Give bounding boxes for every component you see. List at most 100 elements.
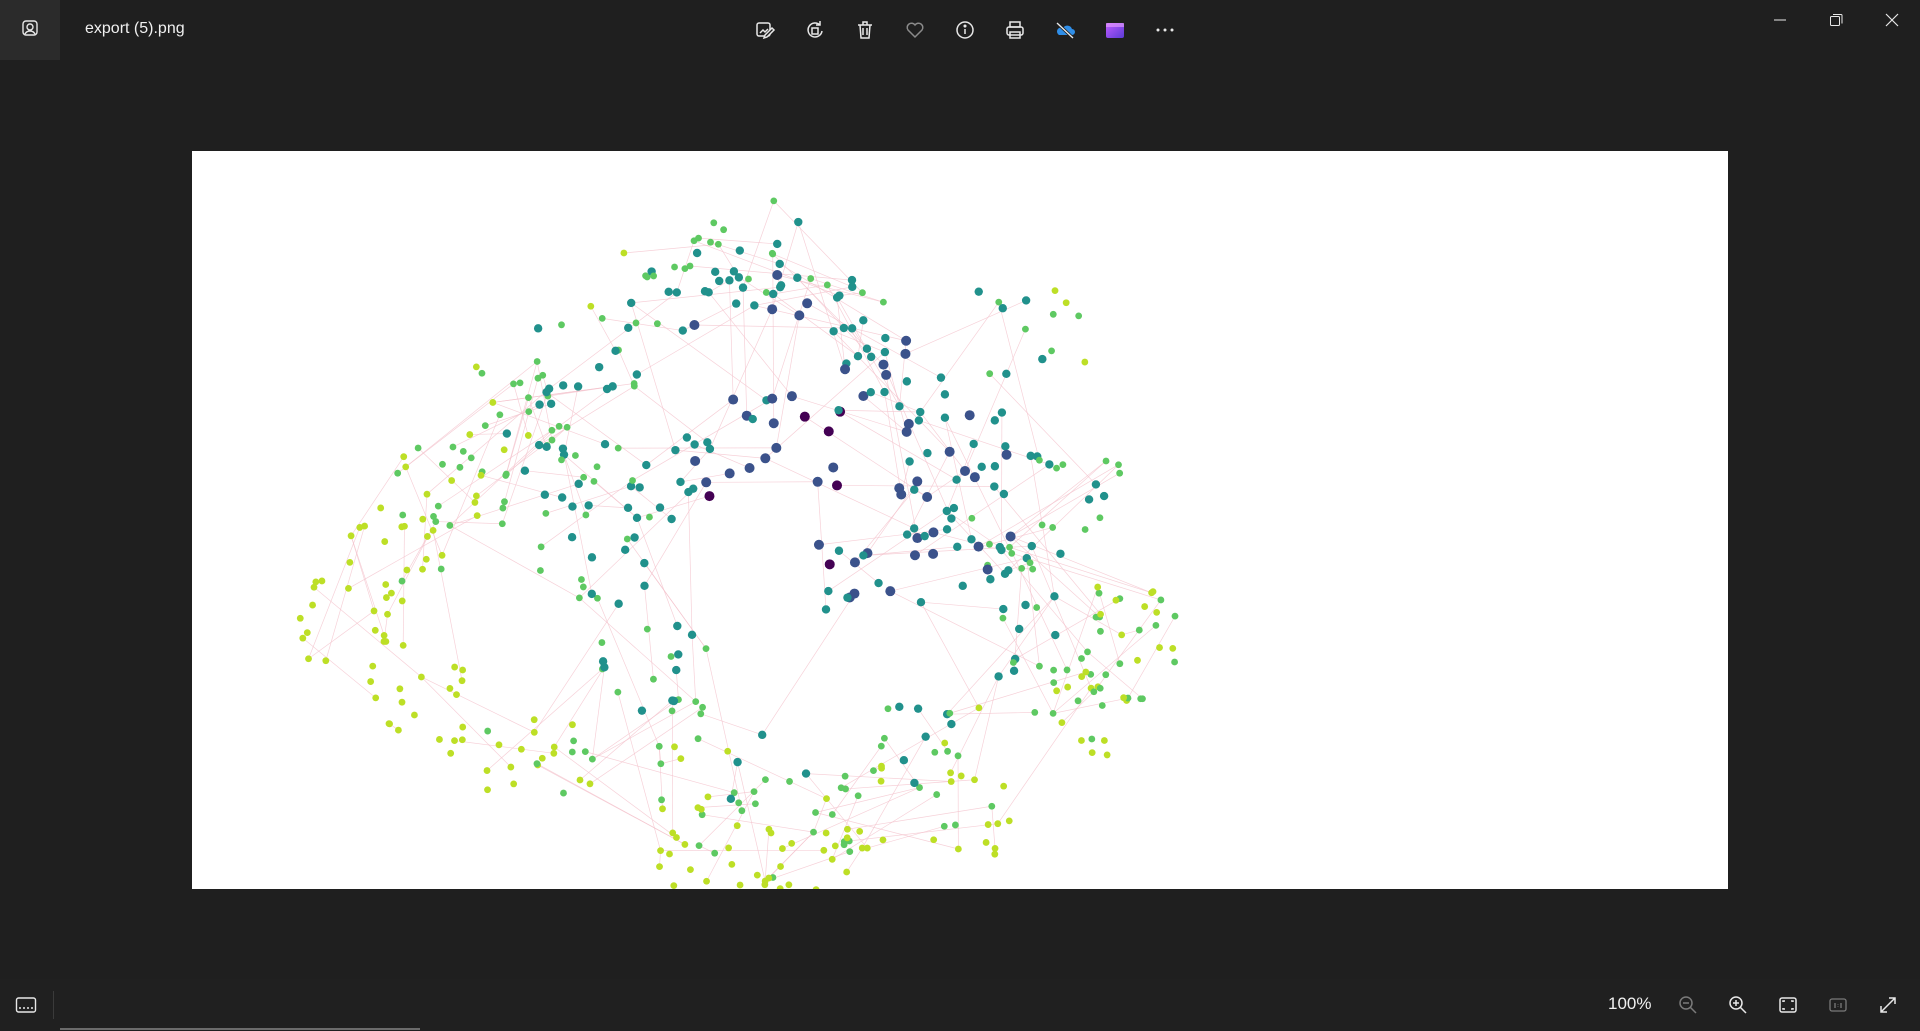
graph-node xyxy=(765,874,773,882)
graph-node xyxy=(901,335,912,346)
graph-edge xyxy=(454,740,554,754)
graph-node xyxy=(788,839,796,847)
graph-node xyxy=(1008,549,1016,557)
graph-node xyxy=(627,298,636,308)
rotate-button[interactable] xyxy=(790,10,840,50)
graph-node xyxy=(812,809,819,816)
graph-node xyxy=(705,444,715,454)
graph-node xyxy=(642,272,649,280)
graph-node xyxy=(550,743,558,751)
graph-node xyxy=(1096,684,1104,692)
more-options-icon xyxy=(1156,28,1174,32)
graph-node xyxy=(567,533,577,542)
maximize-button[interactable] xyxy=(1808,0,1864,40)
graph-node xyxy=(998,304,1007,313)
graph-node xyxy=(453,691,460,699)
graph-edge xyxy=(885,374,918,539)
graph-node xyxy=(762,289,770,296)
favorite-button[interactable] xyxy=(890,10,940,50)
graph-node xyxy=(370,607,378,615)
graph-node xyxy=(1103,751,1111,759)
edit-image-button[interactable] xyxy=(740,10,790,50)
graph-edge xyxy=(989,373,1097,485)
graph-node xyxy=(587,302,595,310)
graph-node xyxy=(678,326,687,335)
graph-node xyxy=(969,439,978,449)
graph-node xyxy=(642,460,651,470)
graph-node xyxy=(881,333,890,343)
graph-node xyxy=(569,721,576,729)
graph-node xyxy=(946,709,954,717)
graph-node xyxy=(623,535,631,543)
graph-edge xyxy=(775,315,800,448)
graph-node xyxy=(664,287,673,296)
graph-node xyxy=(940,822,948,830)
graph-node xyxy=(643,625,651,633)
delete-button[interactable] xyxy=(840,10,890,50)
close-button[interactable] xyxy=(1864,0,1920,40)
graph-node xyxy=(530,728,538,736)
graph-node xyxy=(1141,603,1149,610)
graph-node xyxy=(733,757,742,767)
graph-node xyxy=(650,272,658,280)
graph-node xyxy=(866,352,876,362)
graph-node xyxy=(942,506,952,516)
graph-edge xyxy=(1002,617,1054,714)
info-button[interactable] xyxy=(940,10,990,50)
graph-node xyxy=(902,377,912,386)
graph-node xyxy=(1084,648,1091,656)
graph-node xyxy=(1096,514,1104,522)
clipchamp-button[interactable] xyxy=(1090,10,1140,50)
print-button[interactable] xyxy=(990,10,1040,50)
graph-node xyxy=(1088,749,1096,757)
fit-to-window-button[interactable] xyxy=(1763,987,1813,1023)
graph-node xyxy=(467,454,475,462)
more-options-button[interactable] xyxy=(1140,10,1190,50)
graph-node xyxy=(912,476,923,487)
graph-node xyxy=(738,807,746,815)
graph-node xyxy=(446,522,454,529)
app-menu-button[interactable] xyxy=(0,0,60,60)
graph-edge xyxy=(644,482,707,586)
graph-edge xyxy=(998,302,1040,461)
filmstrip-button[interactable] xyxy=(8,988,44,1022)
graph-edge xyxy=(964,329,1026,472)
graph-node xyxy=(928,548,939,559)
file-name: export (5).png xyxy=(85,20,185,37)
graph-node xyxy=(977,462,986,472)
graph-node xyxy=(1115,461,1122,469)
clipchamp-icon xyxy=(1106,23,1124,38)
graph-edge xyxy=(810,278,884,303)
graph-edge xyxy=(919,301,1000,413)
graph-node xyxy=(637,706,647,715)
graph-node xyxy=(525,408,533,416)
graph-node xyxy=(1081,526,1089,533)
onedrive-button[interactable] xyxy=(1040,10,1090,50)
graph-edge xyxy=(592,667,605,760)
graph-edge xyxy=(438,429,553,507)
graph-node xyxy=(624,323,633,333)
graph-node xyxy=(711,267,720,277)
graph-node xyxy=(568,502,577,511)
graph-node xyxy=(1097,627,1104,635)
graph-node xyxy=(590,478,598,485)
graph-node xyxy=(958,581,967,591)
graph-node xyxy=(369,662,377,670)
actual-size-button[interactable] xyxy=(1813,987,1863,1023)
graph-node xyxy=(839,323,849,333)
image-canvas[interactable] xyxy=(192,151,1728,889)
graph-node xyxy=(957,772,965,780)
graph-node xyxy=(714,240,722,248)
zoom-out-button[interactable] xyxy=(1663,987,1713,1023)
graph-node xyxy=(931,748,939,756)
graph-node xyxy=(968,514,976,522)
graph-node xyxy=(762,776,769,784)
minimize-button[interactable] xyxy=(1752,0,1808,40)
graph-node xyxy=(849,557,860,568)
info-icon xyxy=(956,21,974,39)
fullscreen-button[interactable] xyxy=(1863,987,1913,1023)
zoom-in-button[interactable] xyxy=(1713,987,1763,1023)
graph-node xyxy=(1081,358,1089,366)
graph-node xyxy=(702,645,710,653)
graph-node xyxy=(765,825,773,833)
